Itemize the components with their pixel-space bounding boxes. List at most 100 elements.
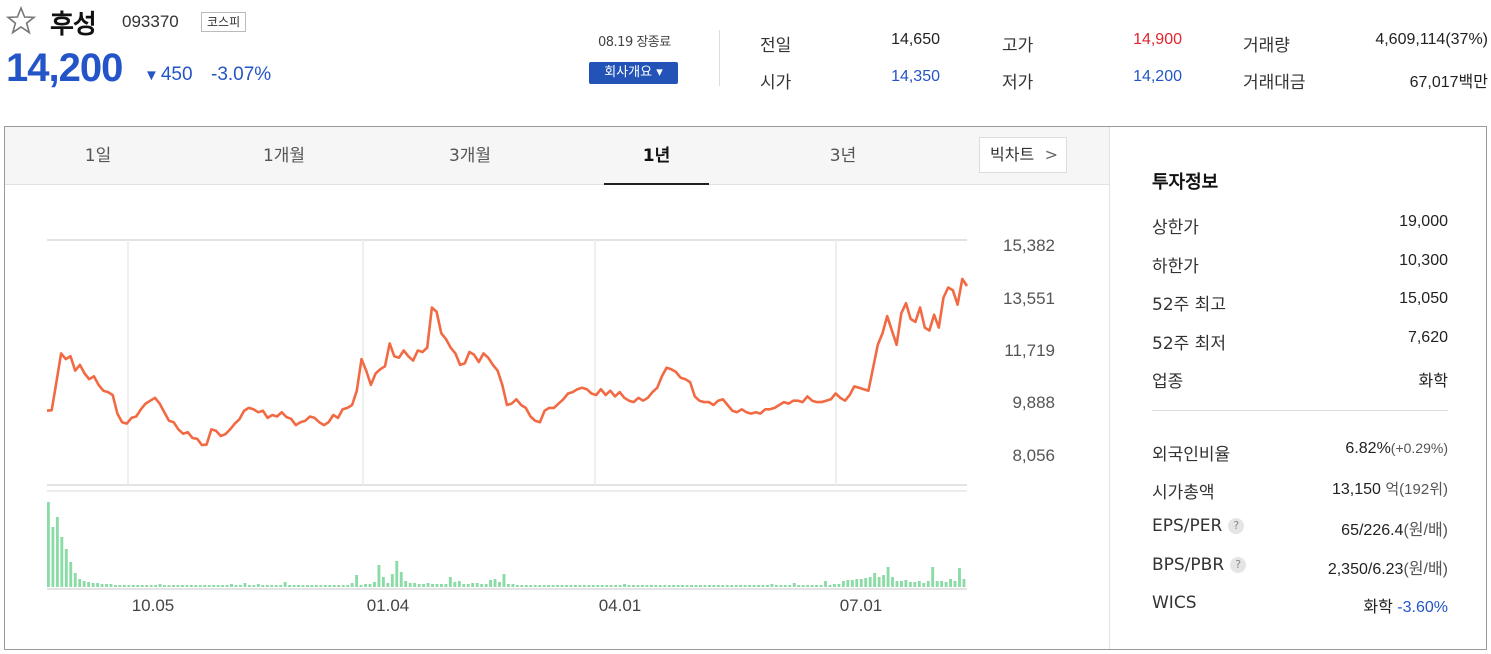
volume-bar — [922, 583, 926, 587]
help-icon[interactable]: ? — [1228, 518, 1245, 534]
tab-3-month[interactable]: 3개월 — [422, 127, 518, 183]
volume-bar — [176, 585, 180, 587]
tab-1-month[interactable]: 1개월 — [236, 127, 332, 183]
volume-bar — [591, 585, 595, 587]
volume-bar — [694, 585, 698, 587]
volume-bar — [681, 585, 685, 587]
volume-bar — [640, 585, 644, 587]
favorite-star-icon[interactable] — [6, 6, 36, 36]
volume-bar — [596, 585, 600, 587]
volume-bar — [841, 581, 845, 587]
eps-per-unit: (원/배) — [1403, 522, 1448, 539]
volume-bar — [824, 581, 827, 587]
help-icon[interactable]: ? — [1230, 557, 1247, 573]
volume-bar — [587, 585, 591, 587]
volume-bar — [413, 583, 417, 587]
market-badge: 코스피 — [201, 12, 247, 32]
big-chart-button[interactable]: 빅차트 > — [979, 137, 1067, 173]
volume-bar — [207, 585, 211, 587]
volume-bar — [618, 585, 622, 587]
chevron-right-icon: > — [1044, 145, 1058, 164]
volume-bar — [877, 577, 881, 587]
volume-bar — [645, 585, 649, 587]
volume-bar — [91, 583, 95, 587]
volume-bar — [560, 585, 564, 587]
tab-1-year[interactable]: 1년 — [604, 127, 709, 185]
volume-bar — [895, 581, 899, 587]
volume-bar — [140, 585, 144, 587]
volume-bar — [855, 579, 859, 587]
volume-bar — [502, 574, 506, 587]
volume-bar — [582, 585, 586, 587]
summary-label-trade-value: 거래대금 — [1243, 73, 1306, 93]
volume-bar — [690, 585, 693, 587]
price-chart[interactable]: 10.05 01.04 04.01 07.01 15,382 13,551 11,719 9,… — [5, 185, 1109, 645]
volume-bar — [489, 580, 493, 587]
volume-bar — [900, 581, 903, 587]
volume-bar — [55, 517, 59, 587]
x-tick-label: 04.01 — [599, 596, 642, 615]
volume-bar — [511, 584, 515, 587]
market-cap-rank: 억(192위) — [1385, 481, 1448, 498]
volume-bar — [180, 585, 184, 587]
down-triangle-icon: ▼ — [144, 67, 159, 84]
bps-pbr-unit: (원/배) — [1403, 561, 1448, 578]
summary-label-open: 시가 — [760, 73, 792, 93]
info-label-sector: 업종 — [1152, 372, 1184, 392]
volume-bar — [230, 584, 233, 587]
volume-bar — [399, 572, 403, 587]
summary-value-volume: 4,609,114(37%) — [1375, 31, 1488, 48]
volume-bar — [163, 585, 166, 587]
volume-bar — [600, 585, 604, 587]
volume-bar — [770, 584, 774, 587]
volume-bar — [395, 561, 399, 587]
volume-bar — [627, 585, 631, 587]
stock-name: 후성 — [50, 10, 97, 40]
volume-bar — [422, 584, 426, 587]
info-value-52w-high: 15,050 — [1399, 290, 1448, 307]
y-tick-label: 8,056 — [1012, 446, 1055, 465]
volume-bar — [243, 583, 247, 587]
info-label-upper-limit: 상한가 — [1152, 218, 1199, 238]
tab-3-year[interactable]: 3년 — [795, 127, 891, 183]
volume-bar — [185, 585, 189, 587]
price-change: ▼ 450 — [144, 64, 193, 86]
volume-bar — [609, 585, 613, 587]
summary-value-prev-close: 14,650 — [891, 31, 940, 48]
volume-bar — [672, 585, 676, 587]
info-value-eps-per: 65/226.4(원/배) — [1341, 516, 1448, 540]
y-tick-label: 13,551 — [1003, 289, 1055, 308]
info-value-bps-pbr: 2,350/6.23(원/배) — [1328, 555, 1448, 579]
summary-value-open: 14,350 — [891, 68, 940, 85]
volume-bar — [649, 585, 653, 587]
info-value-lower-limit: 10,300 — [1399, 252, 1448, 269]
volume-bar — [891, 577, 894, 587]
eps-per-value: 65/226.4 — [1341, 522, 1404, 539]
volume-bar — [283, 582, 287, 587]
info-divider — [1152, 410, 1448, 411]
volume-bar — [833, 584, 836, 587]
volume-bar — [194, 585, 198, 587]
info-label-52w-high: 52주 최고 — [1152, 295, 1226, 315]
volume-bar — [507, 584, 510, 587]
volume-bar — [962, 579, 966, 587]
volume-bar — [725, 585, 729, 587]
volume-bar — [288, 585, 292, 587]
summary-value-low: 14,200 — [1133, 68, 1182, 85]
volume-bar — [198, 585, 202, 587]
info-label-eps-per: EPS/PER? — [1152, 516, 1245, 536]
volume-bar — [314, 585, 318, 587]
volume-bar — [774, 585, 778, 587]
foreign-ratio-change: (+0.29%) — [1390, 440, 1448, 456]
company-overview-button[interactable]: 회사개요 ▾ — [589, 62, 678, 84]
volume-bar — [292, 585, 296, 587]
volume-bar — [457, 581, 461, 587]
volume-bar — [685, 585, 689, 587]
volume-bar — [761, 585, 765, 587]
volume-bar — [859, 579, 863, 587]
tab-1-day[interactable]: 1일 — [50, 127, 146, 183]
info-label-bps-pbr: BPS/PBR? — [1152, 555, 1247, 575]
volume-bar — [377, 565, 381, 587]
volume-bar — [341, 585, 345, 587]
volume-bar — [471, 583, 475, 587]
